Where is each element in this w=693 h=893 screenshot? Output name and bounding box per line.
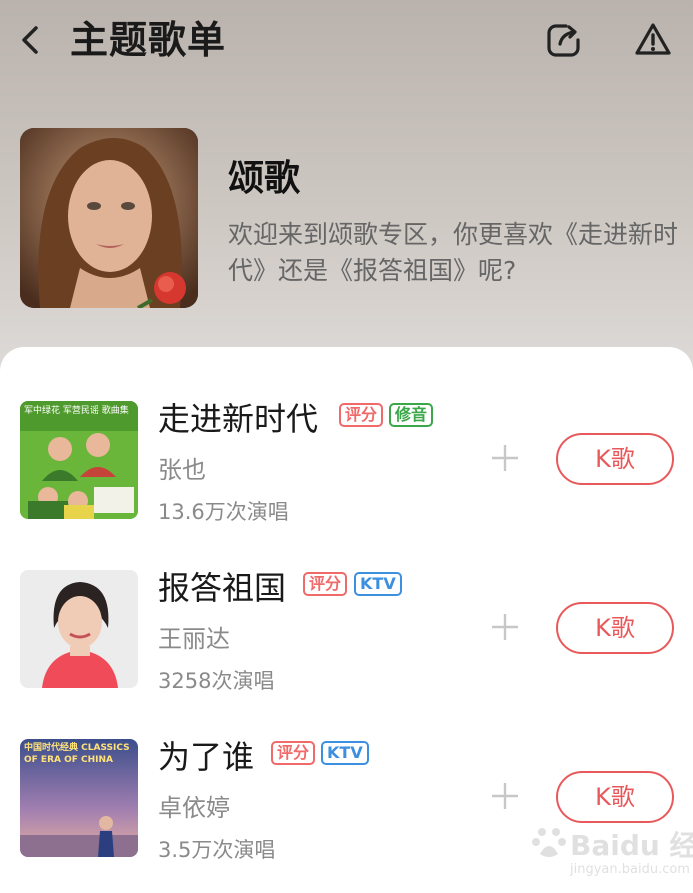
add-button[interactable] [488,779,522,813]
song-cover-image[interactable]: 中国时代经典 CLASSICS OF ERA OF CHINA [20,739,138,857]
portrait-image [20,128,198,308]
play-count: 13.6万次演唱 [158,500,289,524]
sing-button[interactable]: K歌 [556,433,674,485]
score-tag: 评分 [339,403,384,427]
list-item[interactable]: 报答祖国 评分 KTV 王丽达 3258次演唱 K歌 [0,569,693,710]
sing-button[interactable]: K歌 [556,602,674,654]
share-button[interactable] [544,20,584,60]
baidu-watermark: Baidu 经验 jingyan.baidu.com [530,818,693,888]
album-cover-image [20,401,138,519]
score-tag: 评分 [303,572,348,596]
play-count: 3258次演唱 [158,669,275,693]
song-artist[interactable]: 张也 [158,453,206,487]
watermark-url: jingyan.baidu.com [570,862,690,877]
list-item[interactable]: 军中绿花 军营民谣 歌曲集 走进新时代 评分 修音 张也 13.6万次演唱 K歌 [0,400,693,541]
share-icon [547,24,580,57]
score-tag: 评分 [271,741,316,765]
play-count: 3.5万次演唱 [158,838,276,862]
playlist-title: 颂歌 [228,158,301,199]
chevron-left-icon [22,26,38,54]
song-list: 军中绿花 军营民谣 歌曲集 走进新时代 评分 修音 张也 13.6万次演唱 K歌 [0,347,693,893]
paw-icon [532,828,566,857]
top-bar: 主题歌单 [0,0,693,80]
song-artist[interactable]: 王丽达 [158,622,230,656]
watermark-text: Baidu 经验 [570,829,693,862]
back-button[interactable] [14,22,50,58]
playlist-cover-image[interactable] [20,128,198,308]
song-title: 为了谁 [158,738,255,776]
song-artist[interactable]: 卓依婷 [158,791,230,825]
plus-icon [492,614,518,640]
song-cover-image[interactable] [20,570,138,688]
ktv-tag: KTV [321,741,369,765]
page-title: 主题歌单 [70,18,227,62]
plus-icon [492,445,518,471]
song-title: 走进新时代 [158,400,319,438]
pitch-fix-tag: 修音 [389,403,434,427]
warning-icon [635,23,671,55]
plus-icon [492,783,518,809]
album-cover-text: 军中绿花 军营民谣 歌曲集 [24,406,129,416]
album-cover-text: 中国时代经典 CLASSICS OF ERA OF CHINA [24,743,130,765]
ktv-tag: KTV [354,572,402,596]
add-button[interactable] [488,610,522,644]
sing-button[interactable]: K歌 [556,771,674,823]
report-button[interactable] [633,20,673,60]
singer-photo-image [20,570,138,688]
song-cover-image[interactable]: 军中绿花 军营民谣 歌曲集 [20,401,138,519]
song-title: 报答祖国 [158,569,287,607]
add-button[interactable] [488,441,522,475]
playlist-description: 欢迎来到颂歌专区，你更喜欢《走进新时代》还是《报答祖国》呢? [228,220,679,285]
